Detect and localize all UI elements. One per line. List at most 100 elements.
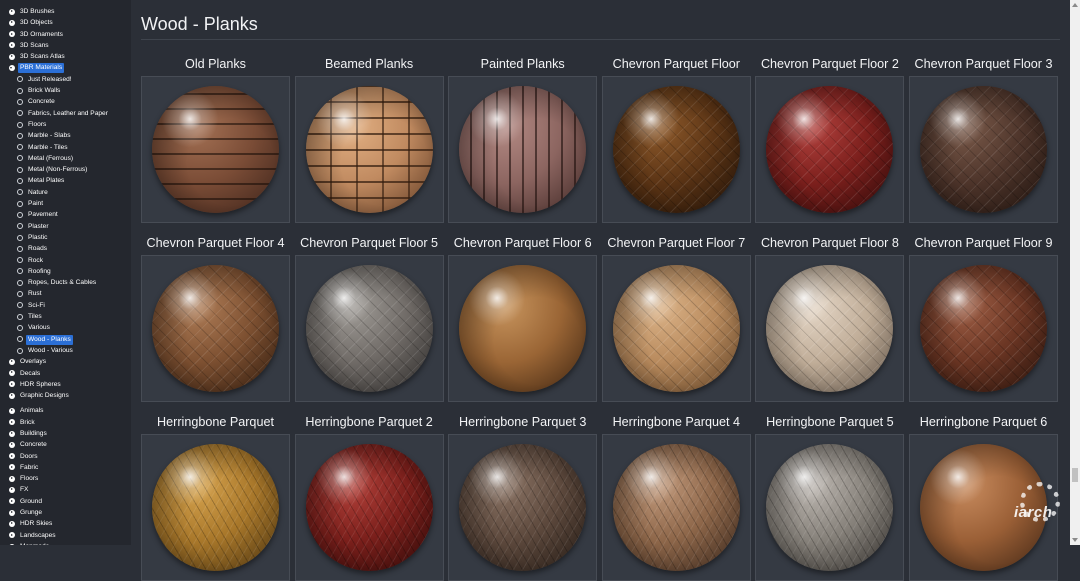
material-card-painted-planks[interactable]: Painted Planks bbox=[448, 54, 598, 223]
sidebar-item-buildings[interactable]: Buildings bbox=[0, 428, 131, 439]
material-title[interactable]: Chevron Parquet Floor 6 bbox=[448, 233, 597, 253]
sidebar-item-concrete[interactable]: Concrete bbox=[0, 439, 131, 450]
material-thumbnail[interactable] bbox=[141, 76, 290, 223]
sidebar-item-sci-fi[interactable]: Sci-Fi bbox=[0, 300, 131, 311]
material-thumbnail[interactable] bbox=[909, 255, 1058, 402]
sidebar-item-pbr-materials[interactable]: PBR Materials bbox=[0, 62, 131, 74]
sidebar-item-doors[interactable]: Doors bbox=[0, 451, 131, 462]
material-thumbnail[interactable] bbox=[294, 255, 444, 402]
material-title[interactable]: Painted Planks bbox=[448, 54, 597, 74]
material-card-old-planks[interactable]: Old Planks bbox=[141, 54, 290, 223]
material-card-herringbone-parquet-3[interactable]: Herringbone Parquet 3 bbox=[448, 412, 598, 581]
sidebar-item-3d-scans-atlas[interactable]: 3D Scans Atlas bbox=[0, 51, 131, 62]
sidebar-item-hdr-skies[interactable]: HDR Skies bbox=[0, 518, 131, 529]
sidebar-item-metal-plates[interactable]: Metal Plates bbox=[0, 175, 131, 186]
sidebar-item-overlays[interactable]: Overlays bbox=[0, 356, 131, 367]
vertical-scrollbar[interactable] bbox=[1070, 0, 1080, 545]
material-thumbnail[interactable] bbox=[448, 76, 598, 223]
sidebar-item-nature[interactable]: Nature bbox=[0, 187, 131, 198]
sidebar-item-metal-ferrous[interactable]: Metal (Ferrous) bbox=[0, 153, 131, 164]
sidebar-item-animals[interactable]: Animals bbox=[0, 405, 131, 416]
material-title[interactable]: Herringbone Parquet 4 bbox=[602, 412, 751, 432]
material-title[interactable]: Chevron Parquet Floor 5 bbox=[295, 233, 444, 253]
sidebar-item-plaster[interactable]: Plaster bbox=[0, 221, 131, 232]
material-card-chevron-parquet-floor-3[interactable]: Chevron Parquet Floor 3 bbox=[909, 54, 1058, 223]
material-title[interactable]: Chevron Parquet Floor 2 bbox=[755, 54, 904, 74]
scroll-down-arrow-icon[interactable] bbox=[1072, 538, 1078, 542]
sidebar-item-rust[interactable]: Rust bbox=[0, 288, 131, 299]
sidebar-item-marble-tiles[interactable]: Marble - Tiles bbox=[0, 142, 131, 153]
sidebar-item-roads[interactable]: Roads bbox=[0, 243, 131, 254]
material-title[interactable]: Chevron Parquet Floor 3 bbox=[909, 54, 1058, 74]
sidebar-item-paint[interactable]: Paint bbox=[0, 198, 131, 209]
material-card-chevron-parquet-floor[interactable]: Chevron Parquet Floor bbox=[601, 54, 751, 223]
sidebar-item-plastic[interactable]: Plastic bbox=[0, 232, 131, 243]
sidebar-item-3d-scans[interactable]: 3D Scans bbox=[0, 40, 131, 51]
sidebar-item-marble-slabs[interactable]: Marble - Slabs bbox=[0, 130, 131, 141]
material-card-chevron-parquet-floor-5[interactable]: Chevron Parquet Floor 5 bbox=[294, 233, 444, 402]
material-title[interactable]: Chevron Parquet Floor 9 bbox=[909, 233, 1058, 253]
sidebar-item-ground[interactable]: Ground bbox=[0, 496, 131, 507]
sidebar-item-3d-objects[interactable]: 3D Objects bbox=[0, 17, 131, 28]
material-thumbnail[interactable] bbox=[601, 255, 751, 402]
sidebar-item-graphic-designs[interactable]: Graphic Designs bbox=[0, 390, 131, 401]
sidebar-item-landscapes[interactable]: Landscapes bbox=[0, 530, 131, 541]
material-thumbnail[interactable] bbox=[601, 76, 751, 223]
sidebar-item-grunge[interactable]: Grunge bbox=[0, 507, 131, 518]
material-card-herringbone-parquet-4[interactable]: Herringbone Parquet 4 bbox=[601, 412, 751, 581]
scrollbar-thumb[interactable] bbox=[1072, 468, 1078, 482]
material-thumbnail[interactable] bbox=[448, 434, 598, 581]
material-title[interactable]: Herringbone Parquet 6 bbox=[909, 412, 1058, 432]
material-thumbnail[interactable] bbox=[448, 255, 598, 402]
sidebar-item-fabrics-leather-and-paper[interactable]: Fabrics, Leather and Paper bbox=[0, 108, 131, 119]
sidebar-item-concrete[interactable]: Concrete bbox=[0, 96, 131, 107]
material-thumbnail[interactable] bbox=[909, 76, 1058, 223]
sidebar-item-fabric[interactable]: Fabric bbox=[0, 462, 131, 473]
material-title[interactable]: Chevron Parquet Floor 7 bbox=[602, 233, 751, 253]
material-card-chevron-parquet-floor-2[interactable]: Chevron Parquet Floor 2 bbox=[755, 54, 905, 223]
material-card-chevron-parquet-floor-9[interactable]: Chevron Parquet Floor 9 bbox=[909, 233, 1058, 402]
material-title[interactable]: Chevron Parquet Floor bbox=[602, 54, 751, 74]
material-card-chevron-parquet-floor-6[interactable]: Chevron Parquet Floor 6 bbox=[448, 233, 598, 402]
material-title[interactable]: Herringbone Parquet 3 bbox=[448, 412, 597, 432]
material-card-chevron-parquet-floor-7[interactable]: Chevron Parquet Floor 7 bbox=[601, 233, 751, 402]
sidebar-item-hdr-spheres[interactable]: HDR Spheres bbox=[0, 379, 131, 390]
sidebar-item-tiles[interactable]: Tiles bbox=[0, 311, 131, 322]
sidebar-item-rock[interactable]: Rock bbox=[0, 255, 131, 266]
material-title[interactable]: Beamed Planks bbox=[295, 54, 444, 74]
sidebar-item-manmade[interactable]: Manmade bbox=[0, 541, 131, 545]
material-thumbnail[interactable] bbox=[294, 76, 444, 223]
material-card-chevron-parquet-floor-4[interactable]: Chevron Parquet Floor 4 bbox=[141, 233, 290, 402]
sidebar-item-brick-walls[interactable]: Brick Walls bbox=[0, 85, 131, 96]
material-title[interactable]: Old Planks bbox=[141, 54, 290, 74]
material-title[interactable]: Chevron Parquet Floor 4 bbox=[141, 233, 290, 253]
material-title[interactable]: Herringbone Parquet bbox=[141, 412, 290, 432]
sidebar-item-floors[interactable]: Floors bbox=[0, 119, 131, 130]
sidebar-item-3d-brushes[interactable]: 3D Brushes bbox=[0, 6, 131, 17]
material-card-herringbone-parquet[interactable]: Herringbone Parquet bbox=[141, 412, 290, 581]
material-title[interactable]: Chevron Parquet Floor 8 bbox=[755, 233, 904, 253]
material-title[interactable]: Herringbone Parquet 5 bbox=[755, 412, 904, 432]
sidebar-item-ropes-ducts-cables[interactable]: Ropes, Ducts & Cables bbox=[0, 277, 131, 288]
sidebar-item-wood-various[interactable]: Wood - Various bbox=[0, 345, 131, 356]
material-thumbnail[interactable] bbox=[755, 434, 905, 581]
material-thumbnail[interactable] bbox=[141, 434, 290, 581]
material-thumbnail[interactable] bbox=[294, 434, 444, 581]
material-thumbnail[interactable] bbox=[755, 76, 905, 223]
sidebar-item-3d-ornaments[interactable]: 3D Ornaments bbox=[0, 29, 131, 40]
material-card-herringbone-parquet-2[interactable]: Herringbone Parquet 2 bbox=[294, 412, 444, 581]
sidebar-item-metal-non-ferrous[interactable]: Metal (Non-Ferrous) bbox=[0, 164, 131, 175]
material-card-beamed-planks[interactable]: Beamed Planks bbox=[294, 54, 444, 223]
sidebar-item-just-released[interactable]: Just Released! bbox=[0, 74, 131, 85]
material-thumbnail[interactable] bbox=[601, 434, 751, 581]
sidebar-item-decals[interactable]: Decals bbox=[0, 368, 131, 379]
material-thumbnail[interactable] bbox=[755, 255, 905, 402]
material-thumbnail[interactable] bbox=[141, 255, 290, 402]
sidebar-item-floors[interactable]: Floors bbox=[0, 473, 131, 484]
scroll-up-arrow-icon[interactable] bbox=[1072, 3, 1078, 7]
material-card-chevron-parquet-floor-8[interactable]: Chevron Parquet Floor 8 bbox=[755, 233, 905, 402]
material-title[interactable]: Herringbone Parquet 2 bbox=[295, 412, 444, 432]
sidebar-item-roofing[interactable]: Roofing bbox=[0, 266, 131, 277]
sidebar-item-fx[interactable]: FX bbox=[0, 484, 131, 495]
material-card-herringbone-parquet-5[interactable]: Herringbone Parquet 5 bbox=[755, 412, 905, 581]
